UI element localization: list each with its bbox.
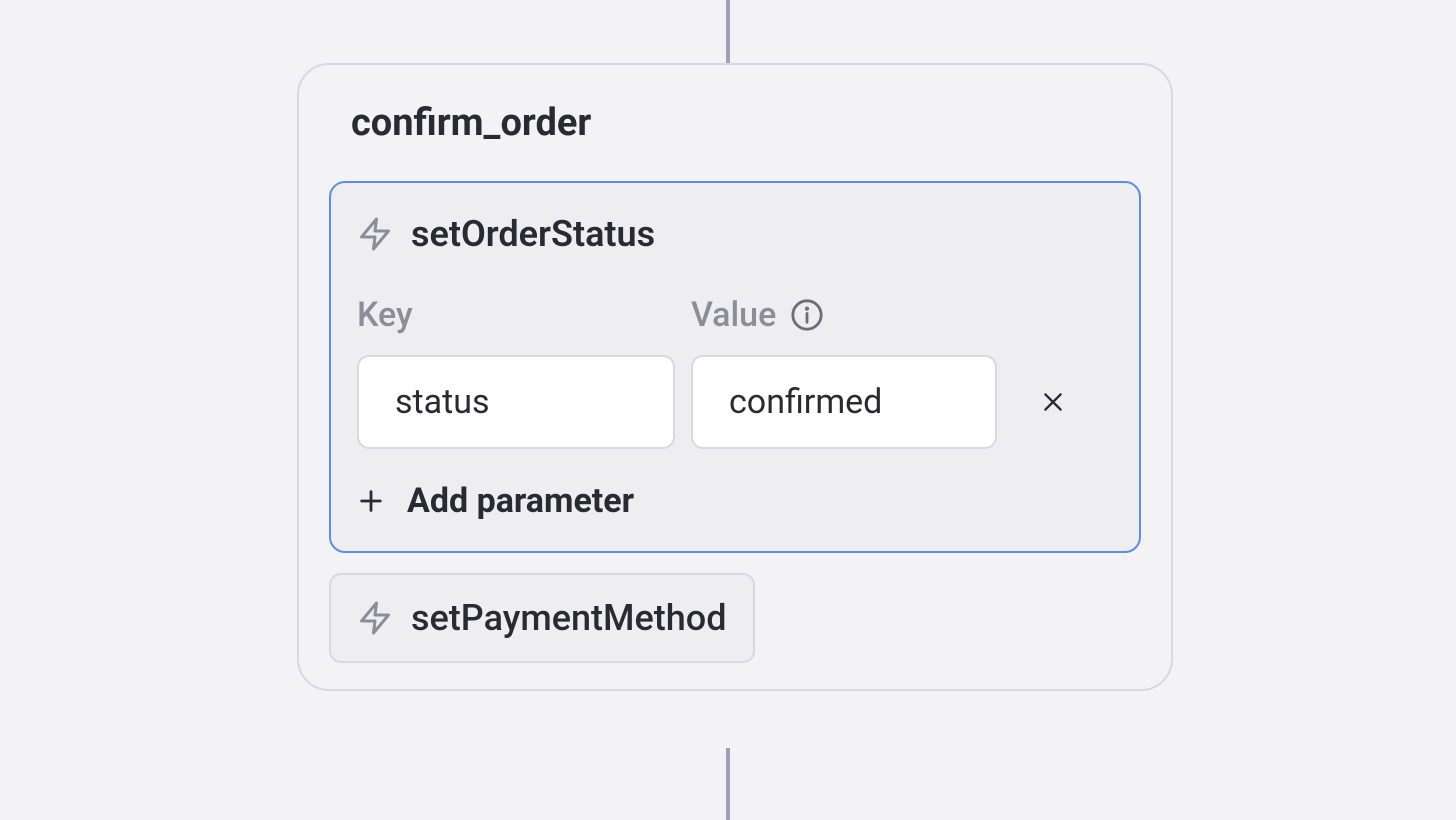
add-parameter-label: Add parameter: [407, 481, 634, 521]
info-icon[interactable]: [790, 298, 824, 332]
column-label-value: Value: [691, 295, 997, 335]
action-card-setpaymentmethod[interactable]: setPaymentMethod: [329, 573, 755, 663]
remove-parameter-button[interactable]: [1023, 372, 1083, 432]
close-icon: [1040, 389, 1066, 415]
lightning-icon: [357, 599, 393, 637]
node-title: confirm_order: [351, 101, 1141, 145]
flow-connector-top: [726, 0, 730, 63]
column-label-key: Key: [357, 295, 675, 335]
flow-connector-bottom: [726, 748, 730, 820]
param-key-input[interactable]: [357, 355, 675, 449]
node-confirm-order: confirm_order setOrderStatus Key Value: [297, 63, 1173, 691]
action-header: setOrderStatus: [357, 213, 1113, 255]
action-name: setPaymentMethod: [411, 597, 727, 639]
add-parameter-button[interactable]: Add parameter: [357, 481, 1113, 521]
parameter-row: [357, 355, 1113, 449]
param-value-input[interactable]: [691, 355, 997, 449]
plus-icon: [357, 487, 385, 515]
action-name: setOrderStatus: [411, 213, 655, 255]
lightning-icon: [357, 215, 393, 253]
columns-header: Key Value: [357, 295, 1113, 335]
action-card-setorderstatus[interactable]: setOrderStatus Key Value: [329, 181, 1141, 553]
